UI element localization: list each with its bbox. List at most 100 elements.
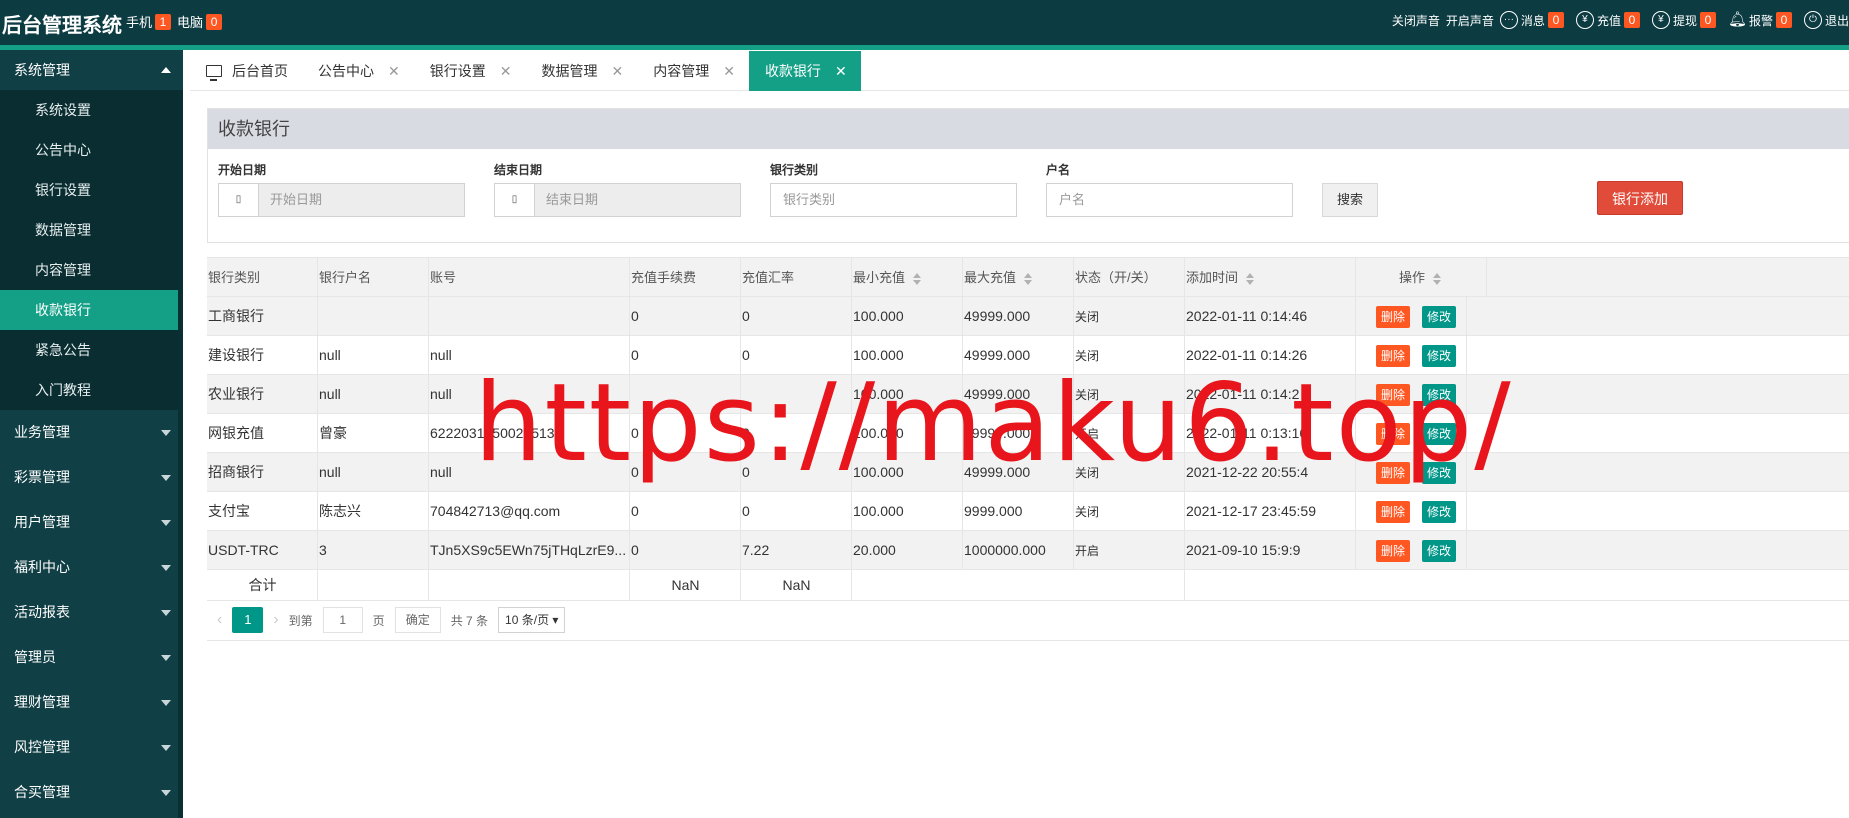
sidebar-item-content-management[interactable]: 内容管理	[0, 250, 183, 290]
sidebar-group-activity-report[interactable]: 活动报表	[0, 590, 183, 635]
alarm-button[interactable]: 🔔︎ 报警 0	[1728, 11, 1798, 29]
cell-holder: null	[318, 336, 429, 375]
chat-icon: ···	[1499, 11, 1518, 29]
tab-notice-center[interactable]: 公告中心 ✕	[302, 51, 414, 91]
tab-data-management[interactable]: 数据管理 ✕	[525, 51, 637, 91]
sidebar-group-finance[interactable]: 理财管理	[0, 680, 183, 725]
sidebar-item-bank-settings[interactable]: 银行设置	[0, 170, 183, 210]
sidebar-group-label: 福利中心	[14, 559, 70, 575]
sidebar-item-receiving-bank[interactable]: 收款银行	[0, 290, 183, 330]
cell-bank-type: 网银充值	[207, 414, 318, 453]
sidebar-item-system-settings[interactable]: 系统设置	[0, 90, 183, 130]
edit-button[interactable]: 修改	[1422, 501, 1457, 523]
caret-down-icon	[161, 520, 171, 526]
sidebar-group-welfare[interactable]: 福利中心	[0, 545, 183, 590]
delete-button[interactable]: 删除	[1376, 540, 1411, 562]
col-actions[interactable]: 操作	[1356, 258, 1487, 297]
goto-page-input[interactable]: 1	[322, 607, 363, 633]
col-rate: 充值汇率	[741, 258, 852, 297]
sidebar-group-business[interactable]: 业务管理	[0, 410, 183, 455]
total-empty	[318, 570, 429, 601]
sort-icon[interactable]	[1433, 272, 1442, 285]
close-icon[interactable]: ✕	[388, 51, 400, 91]
sort-icon[interactable]	[1024, 272, 1033, 285]
tab-label: 银行设置	[429, 63, 486, 79]
sidebar-group-admins[interactable]: 管理员	[0, 635, 183, 680]
start-date-input[interactable]: ▯ 开始日期	[218, 183, 465, 217]
cell-account: 704842713@qq.com	[429, 492, 630, 531]
edit-button[interactable]: 修改	[1422, 540, 1457, 562]
edit-button[interactable]: 修改	[1422, 306, 1457, 328]
cell-max-text: 1000000.000	[964, 542, 1046, 558]
sidebar-item-urgent-notice[interactable]: 紧急公告	[0, 330, 183, 370]
header-actions: 关闭声音 开启声音 ··· 消息 0 ¥ 充值 0 ¥ 提现 0 🔔︎ 报警 0…	[1386, 11, 1849, 29]
search-button[interactable]: 搜索	[1322, 183, 1379, 217]
col-min[interactable]: 最小充值	[852, 258, 963, 297]
cell-fee: 0	[630, 531, 741, 570]
col-time[interactable]: 添加时间	[1185, 258, 1356, 297]
sidebar-group-risk[interactable]: 风控管理	[0, 725, 183, 770]
goto-confirm-button[interactable]: 确定	[394, 607, 441, 633]
logout-button[interactable]: ⏻ 退出	[1803, 11, 1849, 29]
cell-time-text: 2021-12-17 23:45:59	[1186, 503, 1316, 519]
close-icon[interactable]: ✕	[611, 51, 623, 91]
delete-button[interactable]: 删除	[1376, 306, 1411, 328]
sidebar-group-users[interactable]: 用户管理	[0, 500, 183, 545]
cell-min: 20.000	[852, 531, 963, 570]
message-button[interactable]: ··· 消息 0	[1499, 11, 1570, 29]
add-bank-button[interactable]: 银行添加	[1597, 181, 1683, 215]
recharge-button[interactable]: ¥ 充值 0	[1575, 11, 1646, 29]
account-name-input[interactable]: 户名	[1046, 183, 1293, 217]
sound-off-button[interactable]: 关闭声音	[1392, 12, 1440, 29]
cell-time: 2022-01-11 0:14:46	[1185, 297, 1356, 336]
cell-holder-text: null	[319, 347, 341, 363]
close-icon[interactable]: ✕	[723, 51, 735, 91]
sort-icon[interactable]	[1246, 272, 1255, 285]
tab-home[interactable]: 后台首页	[190, 51, 302, 91]
cell-rate: 0	[741, 492, 852, 531]
account-name-label: 户名	[1046, 163, 1071, 177]
device-counters: 手机 1 电脑 0	[126, 12, 228, 31]
tab-bank-settings[interactable]: 银行设置 ✕	[414, 51, 526, 91]
cell-min: 100.000	[852, 297, 963, 336]
cell-account-text: 704842713@qq.com	[430, 503, 561, 519]
caret-down-icon	[161, 655, 171, 661]
withdraw-button[interactable]: ¥ 提现 0	[1651, 11, 1722, 29]
page-current[interactable]: 1	[232, 607, 264, 633]
sort-icon[interactable]	[913, 272, 922, 285]
total-rate: NaN	[741, 570, 852, 601]
cell-state-text: 开启	[1075, 544, 1100, 558]
cell-state: 关闭	[1074, 492, 1185, 531]
sidebar-item-notice-center[interactable]: 公告中心	[0, 130, 183, 170]
cell-account-text: null	[430, 464, 452, 480]
col-max[interactable]: 最大充值	[963, 258, 1074, 297]
tab-content-management[interactable]: 内容管理 ✕	[637, 51, 749, 91]
close-icon[interactable]: ✕	[835, 51, 847, 91]
sound-on-button[interactable]: 开启声音	[1446, 12, 1494, 29]
page-size-select[interactable]: 10 条/页 ▾	[498, 607, 566, 633]
sidebar-group-system[interactable]: 系统管理	[0, 50, 183, 90]
bank-type-input[interactable]: 银行类别	[770, 183, 1017, 217]
tab-bar: 后台首页 公告中心 ✕ 银行设置 ✕ 数据管理 ✕ 内容管理 ✕ 收款银行 ✕	[190, 51, 1849, 91]
cell-max: 49999.000	[963, 297, 1074, 336]
cell-holder-text: 3	[319, 542, 327, 558]
chevron-right-icon[interactable]: ›	[273, 611, 278, 629]
sidebar-item-tutorial[interactable]: 入门教程	[0, 370, 183, 410]
sidebar-group-lottery[interactable]: 彩票管理	[0, 455, 183, 500]
tab-receiving-bank[interactable]: 收款银行 ✕	[748, 51, 861, 91]
table-total-row: 合计 NaN NaN	[207, 570, 1849, 601]
chevron-left-icon[interactable]: ‹	[217, 611, 222, 629]
cell-time: 2021-09-10 15:9:9	[1185, 531, 1356, 570]
sidebar-item-data-management[interactable]: 数据管理	[0, 210, 183, 250]
cell-fee-text: 0	[631, 308, 639, 324]
delete-button[interactable]: 删除	[1376, 501, 1411, 523]
col-account: 账号	[429, 258, 630, 297]
page-unit: 页	[372, 613, 385, 628]
cell-bank-type: 工商银行	[207, 297, 318, 336]
close-icon[interactable]: ✕	[500, 51, 512, 91]
top-header: 后台管理系统 手机 1 电脑 0 关闭声音 开启声音 ··· 消息 0 ¥ 充值…	[0, 0, 1849, 45]
sidebar-group-group-buy[interactable]: 合买管理	[0, 770, 183, 815]
device-pc-label: 电脑	[177, 15, 204, 30]
yen-icon: ¥	[1575, 11, 1594, 29]
end-date-input[interactable]: ▯ 结束日期	[494, 183, 741, 217]
